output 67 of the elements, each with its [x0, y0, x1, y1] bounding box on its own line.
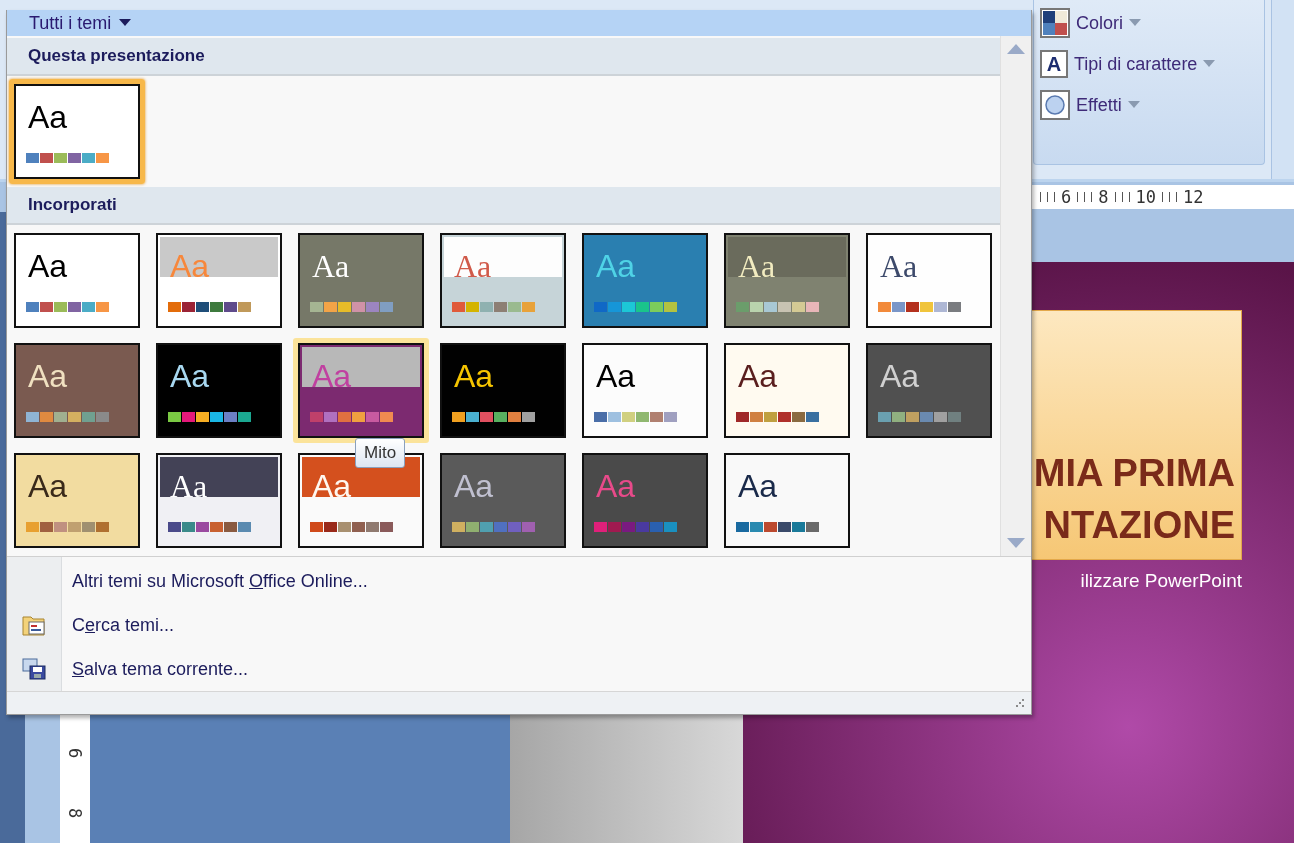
theme-thumbnail[interactable]: Aa [724, 233, 850, 328]
ruler-number: 8 [65, 807, 85, 819]
theme-sample-text: Aa [170, 247, 210, 285]
save-theme-icon [22, 658, 46, 680]
theme-sample-text: Aa [596, 467, 636, 505]
ribbon-button[interactable]: Colori [1040, 8, 1258, 38]
dropdown-caret-icon [1127, 101, 1140, 109]
theme-thumbnail[interactable]: Aa [582, 343, 708, 438]
resize-grip-icon[interactable] [1015, 698, 1025, 708]
color-palette-icon [1040, 8, 1070, 38]
theme-sample-text: Aa [454, 467, 494, 505]
theme-thumbnail[interactable]: Aa [724, 453, 850, 548]
ruler-number: 12 [1183, 187, 1204, 207]
theme-thumbnail[interactable]: Aa [440, 233, 566, 328]
theme-sample-text: Aa [170, 467, 208, 505]
theme-thumbnail[interactable]: Aa [440, 343, 566, 438]
slide-subtitle: ilizzare PowerPoint [1080, 570, 1242, 592]
theme-thumbnail[interactable]: Aa [440, 453, 566, 548]
theme-thumbnail[interactable]: Aa [298, 233, 424, 328]
theme-sample-text: Aa [880, 247, 918, 285]
section-heading: Questa presentazione [7, 38, 1000, 76]
tooltip: Mito [355, 438, 406, 468]
theme-sample-text: Aa [596, 357, 636, 395]
theme-thumbnail[interactable]: Aa [14, 84, 140, 179]
scroll-up-icon[interactable] [1007, 44, 1025, 54]
theme-thumbnail[interactable]: Aa [14, 453, 140, 548]
theme-sample-text: Aa [738, 467, 778, 505]
ruler-number: 10 [1135, 187, 1156, 207]
theme-sample-text: Aa [312, 357, 352, 395]
ruler-number: 6 [65, 747, 85, 759]
theme-thumbnail[interactable]: Aa [156, 343, 282, 438]
theme-sample-text: Aa [454, 247, 492, 285]
slide-title: NTAZIONE [1043, 503, 1235, 548]
theme-sample-text: Aa [28, 357, 68, 395]
theme-sample-text: Aa [312, 467, 352, 505]
theme-thumbnail[interactable]: Aa [14, 343, 140, 438]
theme-thumbnail[interactable]: Aa [866, 343, 992, 438]
theme-sample-text: Aa [28, 467, 68, 505]
caret-icon [119, 19, 132, 27]
theme-thumbnail[interactable]: Aa [866, 233, 992, 328]
theme-thumbnail[interactable]: Aa [156, 453, 282, 548]
theme-sample-text: Aa [454, 357, 494, 395]
theme-sample-text: Aa [312, 247, 350, 285]
folder-icon [22, 614, 46, 636]
scroll-down-icon[interactable] [1007, 538, 1025, 548]
ruler-number: 8 [1098, 187, 1109, 207]
theme-sample-text: Aa [28, 98, 68, 136]
theme-sample-text: Aa [28, 247, 68, 285]
theme-thumbnail[interactable]: Aa [724, 343, 850, 438]
theme-thumbnail[interactable]: Aa [14, 233, 140, 328]
menu-item[interactable]: Altri temi su Microsoft Office Online... [62, 559, 368, 603]
font-icon: A [1040, 50, 1068, 78]
menu-item[interactable]: Salva tema corrente... [62, 647, 249, 691]
slide-title: MIA PRIMA [1033, 451, 1235, 496]
menu-item[interactable]: Cerca temi... [62, 603, 175, 647]
dropdown-caret-icon [1129, 19, 1141, 27]
all-themes-dropdown[interactable]: Tutti i temi [7, 10, 1031, 36]
theme-sample-text: Aa [170, 357, 210, 395]
theme-sample-text: Aa [880, 357, 920, 395]
ribbon-button[interactable]: Effetti [1040, 90, 1258, 120]
dropdown-caret-icon [1203, 60, 1216, 68]
theme-sample-text: Aa [738, 247, 776, 285]
theme-sample-text: Aa [596, 247, 636, 285]
ruler-number: 6 [1061, 187, 1072, 207]
section-heading: Incorporati [7, 187, 1000, 225]
theme-sample-text: Aa [738, 357, 778, 395]
ribbon-button[interactable]: A Tipi di carattere [1040, 50, 1258, 78]
